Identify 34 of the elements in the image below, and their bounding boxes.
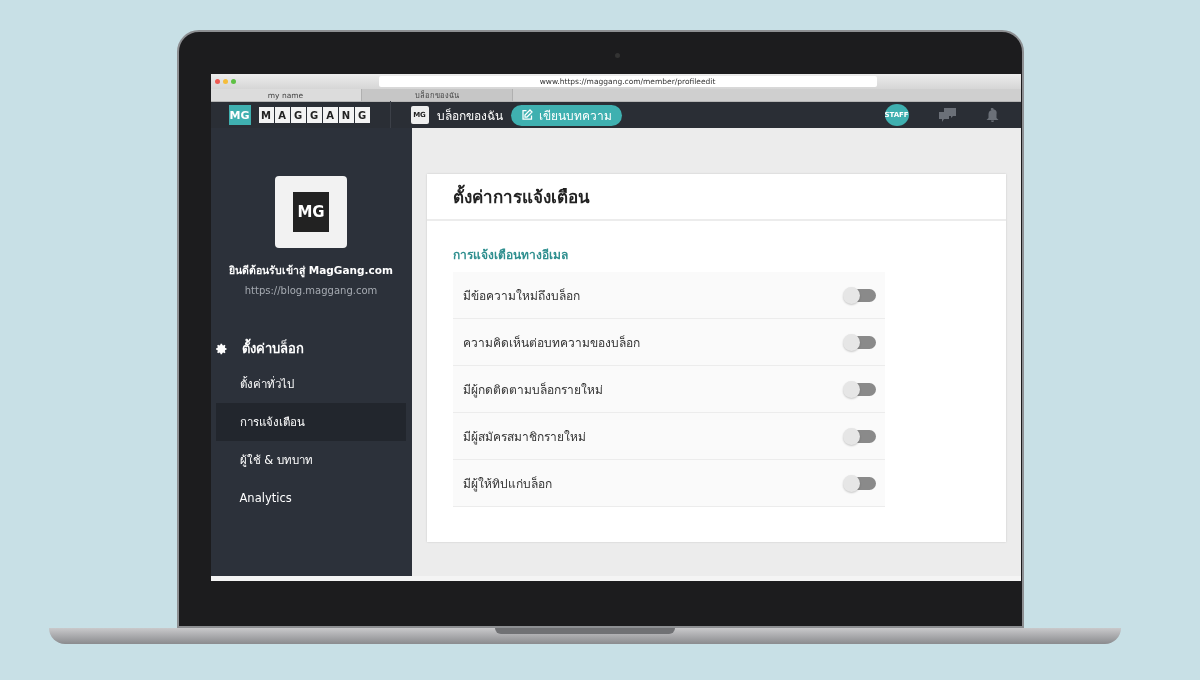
sidebar-item[interactable]: การแจ้งเตือน bbox=[215, 403, 406, 441]
bell-icon[interactable] bbox=[985, 108, 999, 122]
section-title: ตั้งค่าบล็อก bbox=[241, 338, 304, 359]
chat-icon[interactable] bbox=[938, 108, 956, 122]
settings-icon bbox=[215, 342, 228, 355]
toggle-switch[interactable] bbox=[843, 476, 876, 490]
close-icon[interactable] bbox=[214, 79, 220, 84]
logo-letter: G bbox=[306, 107, 322, 123]
sidebar-item[interactable]: ตั้งค่าทั่วไป bbox=[215, 365, 406, 403]
card-title: ตั้งค่าการแจ้งเตือน bbox=[426, 174, 1006, 221]
blog-url: https://blog.maggang.com bbox=[244, 285, 378, 296]
logo-letter: N bbox=[338, 107, 354, 123]
section-subtitle: การแจ้งเตือนทางอีเมล bbox=[452, 247, 569, 264]
setting-label: มีผู้สมัครสมาชิกรายใหม่ bbox=[462, 428, 586, 446]
logo-letter: A bbox=[274, 107, 290, 123]
toggle-switch[interactable] bbox=[843, 382, 876, 396]
sidebar-item[interactable]: Analytics bbox=[215, 479, 406, 517]
logo-letter: G bbox=[354, 107, 370, 123]
toggle-switch[interactable] bbox=[843, 429, 876, 443]
setting-label: ความคิดเห็นต่อบทความของบล็อก bbox=[462, 334, 640, 352]
setting-label: มีผู้ให้ทิปแก่บล็อก bbox=[462, 475, 552, 493]
setting-label: มีข้อความใหม่ถึงบล็อก bbox=[462, 287, 580, 305]
logo-letter: M bbox=[258, 107, 274, 123]
maximize-icon[interactable] bbox=[230, 79, 236, 84]
my-blog-link[interactable]: บล็อกของฉัน bbox=[436, 105, 503, 125]
toggle-switch[interactable] bbox=[843, 335, 876, 349]
welcome-text: ยินดีต้อนรับเข้าสู่ MagGang.com bbox=[229, 263, 393, 279]
sidebar-item[interactable]: ผู้ใช้ & บทบาท bbox=[215, 441, 406, 479]
logo-letter: G bbox=[290, 107, 306, 123]
edit-icon bbox=[520, 109, 533, 121]
logo-letter: A bbox=[322, 107, 338, 123]
toggle-switch[interactable] bbox=[843, 288, 876, 302]
avatar-logo: MG bbox=[293, 192, 329, 232]
setting-label: มีผู้กดติดตามบล็อกรายใหม่ bbox=[462, 381, 603, 399]
